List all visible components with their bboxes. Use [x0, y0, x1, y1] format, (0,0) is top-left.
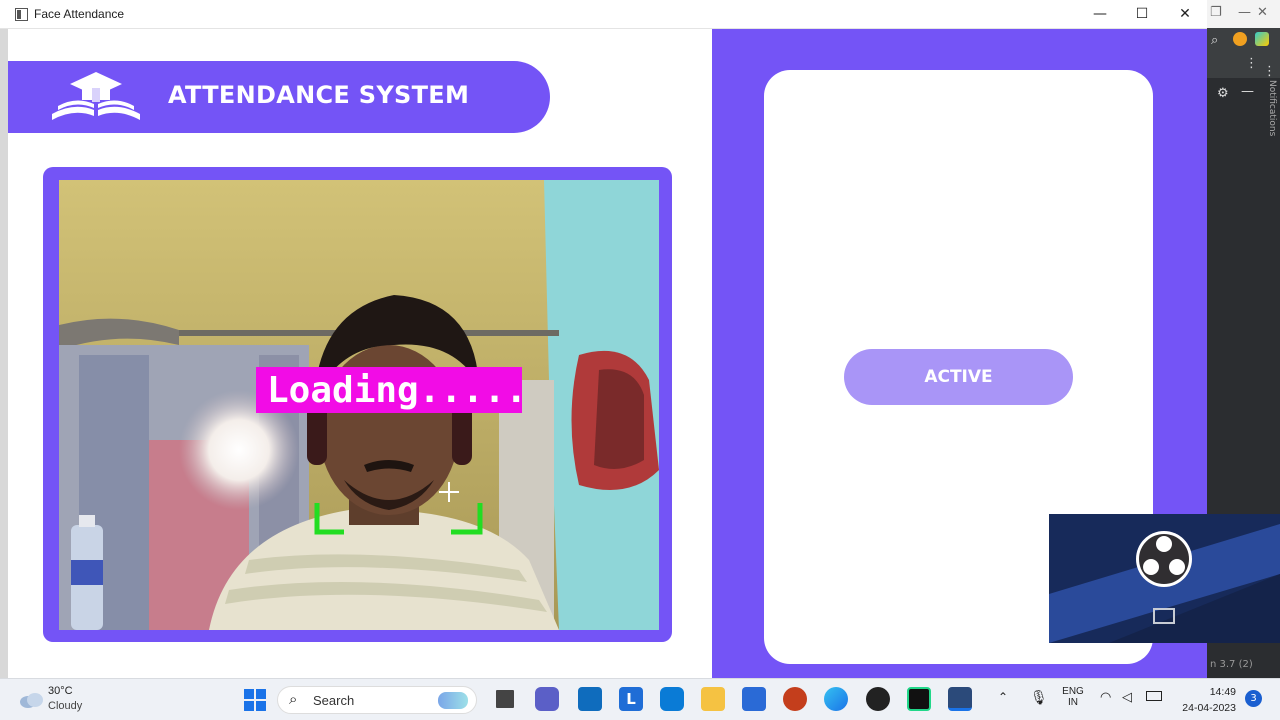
- search-label: Search: [313, 693, 355, 708]
- notification-badge[interactable]: 3: [1245, 690, 1262, 707]
- ide-restore-icon[interactable]: ❐: [1210, 5, 1222, 20]
- weather-widget[interactable]: 30°C Cloudy: [18, 685, 98, 715]
- webcam-feed: Loading.....: [59, 180, 659, 630]
- header-banner: ATTENDANCE SYSTEM: [8, 61, 550, 133]
- wifi-icon[interactable]: ◠: [1100, 689, 1111, 705]
- language-code: ENG: [1062, 686, 1084, 697]
- obs-logo-icon: [1136, 531, 1192, 587]
- powerpoint-icon[interactable]: [783, 687, 807, 711]
- ide-titlebar: ❐ — ✕: [1207, 0, 1280, 28]
- volume-icon[interactable]: ◁: [1122, 689, 1132, 705]
- maximize-button[interactable]: ☐: [1127, 4, 1157, 24]
- weather-temperature: 30°C: [48, 685, 73, 697]
- app-window: Face Attendance — ☐ ✕ ATTENDANCE SYSTEM: [0, 0, 1207, 678]
- ide-toolbar: ⌕ ⋮ ⚙ — ⋮: [1207, 28, 1280, 101]
- language-region: IN: [1068, 697, 1078, 708]
- app-icon: [15, 8, 28, 21]
- active-status-button[interactable]: ACTIVE: [844, 349, 1073, 405]
- task-view-icon[interactable]: [493, 687, 517, 711]
- camera-frame: Loading.....: [43, 167, 672, 642]
- python-app-icon[interactable]: [948, 687, 972, 711]
- clock-time: 14:49: [1209, 686, 1236, 698]
- edge-browser-icon[interactable]: [824, 687, 848, 711]
- chevron-up-icon[interactable]: ⌃: [998, 690, 1008, 704]
- window-titlebar[interactable]: Face Attendance — ☐ ✕: [0, 0, 1207, 29]
- store-icon[interactable]: [660, 687, 684, 711]
- search-icon: ⌕: [289, 690, 298, 708]
- taskbar: 30°C Cloudy ⌕ Search L ⌃ 🎙 ENG IN ◠ ◁ 14…: [0, 678, 1280, 720]
- ide-close-icon[interactable]: ✕: [1257, 5, 1268, 20]
- l-app-icon[interactable]: L: [619, 687, 643, 711]
- windows-start-icon[interactable]: [243, 688, 267, 712]
- clock[interactable]: 14:49 24-04-2023: [1172, 684, 1236, 716]
- webcam-image: Loading.....: [59, 180, 659, 630]
- settings-app-icon[interactable]: [742, 687, 766, 711]
- obs-taskbar-icon[interactable]: [866, 687, 890, 711]
- obs-preview-overlay: [1049, 514, 1280, 643]
- battery-icon[interactable]: [1146, 691, 1162, 701]
- search-icon[interactable]: ⌕: [1211, 33, 1218, 48]
- hide-icon[interactable]: —: [1241, 84, 1254, 99]
- clock-date: 24-04-2023: [1182, 702, 1236, 714]
- ide-status-text: n 3.7 (2): [1210, 659, 1253, 670]
- notifications-tab[interactable]: Notifications: [1263, 80, 1277, 140]
- assistant-icon[interactable]: [1255, 32, 1269, 46]
- loading-overlay-text: Loading.....: [267, 370, 527, 411]
- teams-chat-icon[interactable]: [535, 687, 559, 711]
- close-button[interactable]: ✕: [1170, 4, 1200, 24]
- window-title: Face Attendance: [34, 7, 125, 21]
- camera-off-icon: [1153, 608, 1175, 624]
- scroll-icon[interactable]: ⋮: [1263, 64, 1276, 79]
- more-options-icon[interactable]: ⋮: [1245, 56, 1258, 71]
- search-highlight-icon: [438, 692, 468, 709]
- taskbar-search[interactable]: ⌕ Search: [277, 686, 477, 714]
- cloud-icon: [20, 693, 43, 708]
- gear-icon[interactable]: ⚙: [1217, 86, 1229, 101]
- graduation-book-icon: [52, 72, 140, 120]
- weather-description: Cloudy: [48, 700, 83, 712]
- mail-icon[interactable]: [578, 687, 602, 711]
- file-explorer-icon[interactable]: [701, 687, 725, 711]
- app-heading: ATTENDANCE SYSTEM: [168, 81, 470, 109]
- language-indicator[interactable]: ENG IN: [1058, 686, 1088, 708]
- microphone-icon[interactable]: 🎙: [1030, 689, 1048, 706]
- minimize-button[interactable]: —: [1085, 4, 1115, 24]
- pycharm-icon[interactable]: [907, 687, 931, 711]
- ide-minimize-icon[interactable]: —: [1238, 5, 1251, 20]
- update-icon[interactable]: [1233, 32, 1247, 46]
- window-left-edge: [0, 29, 8, 678]
